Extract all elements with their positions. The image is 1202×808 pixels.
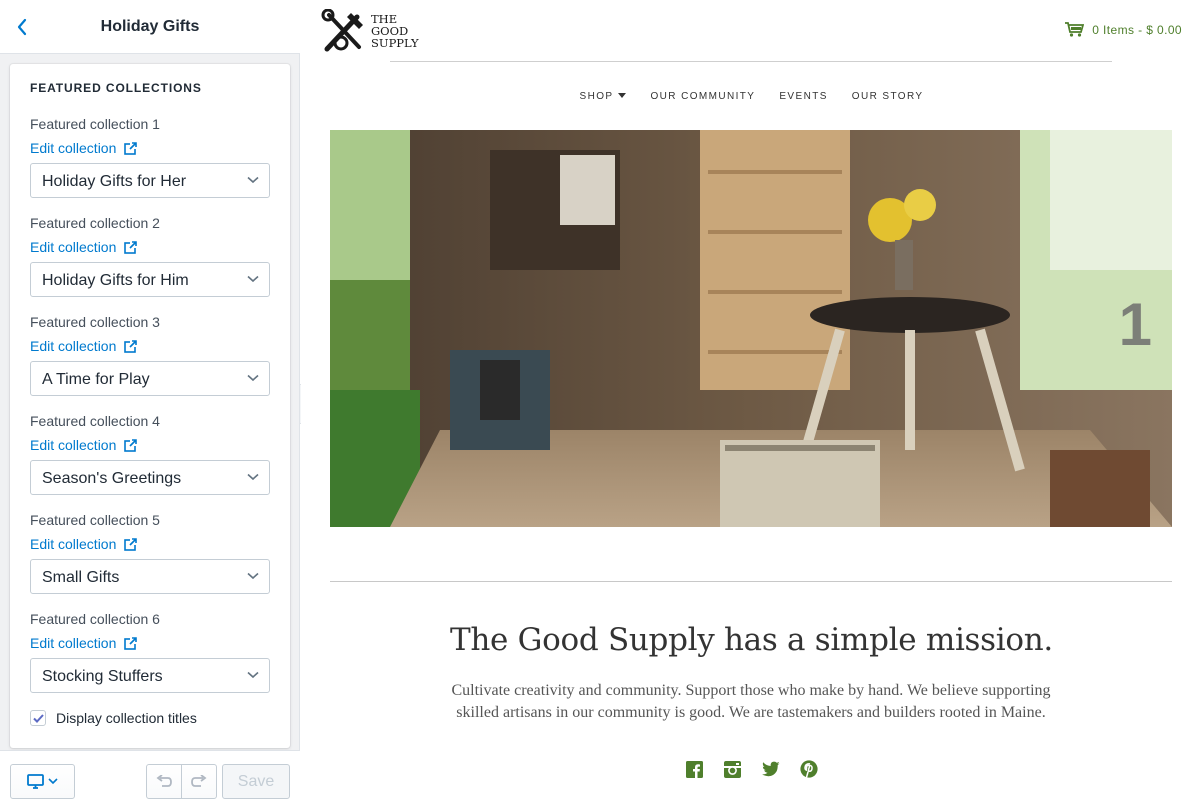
nav-label: OUR COMMUNITY <box>650 91 756 102</box>
collection-select[interactable]: Holiday Gifts for Her <box>30 163 270 198</box>
save-button[interactable]: Save <box>222 764 290 799</box>
instagram-icon[interactable] <box>724 760 742 778</box>
collection-select-value: Stocking Stuffers <box>42 668 163 685</box>
nav-item-our-community[interactable]: OUR COMMUNITY <box>650 91 755 102</box>
chevron-down-icon <box>247 473 259 481</box>
edit-collection-link[interactable]: Edit collection <box>30 140 138 156</box>
collection-select-value: Holiday Gifts for Him <box>42 272 189 289</box>
chevron-down-icon <box>48 778 58 785</box>
external-link-icon <box>124 438 138 452</box>
collection-select[interactable]: A Time for Play <box>30 361 270 396</box>
slide-number: 1 <box>1118 291 1152 358</box>
social-links <box>301 760 1202 778</box>
twitter-icon[interactable] <box>761 760 780 778</box>
tools-logo-icon <box>321 9 363 52</box>
edit-collection-link[interactable]: Edit collection <box>30 338 138 354</box>
featured-collection-2: Featured collection 2 Edit collection Ho… <box>30 215 270 314</box>
main-navigation: SHOP OUR COMMUNITY EVENTS OUR STORY <box>301 91 1202 102</box>
display-titles-checkbox[interactable] <box>30 710 46 726</box>
pinterest-icon[interactable] <box>799 760 818 778</box>
device-preview-button[interactable] <box>10 764 75 799</box>
cart-link[interactable]: 0 Items - $ 0.00 <box>1065 22 1182 37</box>
nav-label: OUR STORY <box>851 91 924 102</box>
shopping-cart-icon <box>1065 22 1085 37</box>
mission-text: Cultivate creativity and community. Supp… <box>451 682 1051 721</box>
edit-collection-link-text: Edit collection <box>30 239 117 255</box>
collection-select[interactable]: Holiday Gifts for Him <box>30 262 270 297</box>
edit-collection-link[interactable]: Edit collection <box>30 635 138 651</box>
section-title: Holiday Gifts <box>100 18 200 35</box>
display-titles-label: Display collection titles <box>56 710 197 726</box>
chevron-down-icon <box>247 275 259 283</box>
display-collection-titles-option[interactable]: Display collection titles <box>30 710 197 726</box>
header-divider <box>390 61 1112 62</box>
sidebar-header: Holiday Gifts <box>0 0 300 54</box>
nav-label: SHOP <box>579 91 614 102</box>
collection-select[interactable]: Small Gifts <box>30 559 270 594</box>
facebook-icon[interactable] <box>686 760 704 778</box>
featured-collection-label: Featured collection 2 <box>30 215 160 231</box>
theme-editor-sidebar: Holiday Gifts FEATURED COLLECTIONS Featu… <box>0 0 300 808</box>
external-link-icon <box>124 339 138 353</box>
external-link-icon <box>124 240 138 254</box>
collection-select[interactable]: Season's Greetings <box>30 460 270 495</box>
edit-collection-link-text: Edit collection <box>30 536 117 552</box>
featured-collection-4: Featured collection 4 Edit collection Se… <box>30 413 270 512</box>
chevron-down-icon <box>247 176 259 184</box>
mission-heading: The Good Supply has a simple mission. <box>450 622 1053 658</box>
edit-collection-link-text: Edit collection <box>30 338 117 354</box>
caret-down-icon <box>618 93 627 98</box>
edit-collection-link-text: Edit collection <box>30 140 117 156</box>
edit-collection-link-text: Edit collection <box>30 437 117 453</box>
collection-select-value: Small Gifts <box>42 569 120 586</box>
logo-wordmark: THE GOOD SUPPLY <box>371 13 419 49</box>
collection-select-value: Season's Greetings <box>42 470 182 487</box>
external-link-icon <box>124 537 138 551</box>
collection-select[interactable]: Stocking Stuffers <box>30 658 270 693</box>
nav-item-our-story[interactable]: OUR STORY <box>852 91 924 102</box>
chevron-down-icon <box>247 572 259 580</box>
nav-item-events[interactable]: EVENTS <box>779 91 827 102</box>
redo-button[interactable] <box>181 764 217 799</box>
settings-card: FEATURED COLLECTIONS Featured collection… <box>10 64 290 748</box>
external-link-icon <box>124 636 138 650</box>
featured-collection-3: Featured collection 3 Edit collection A … <box>30 314 270 413</box>
featured-collection-label: Featured collection 4 <box>30 413 160 429</box>
section-heading: FEATURED COLLECTIONS <box>30 81 202 95</box>
chevron-down-icon <box>247 671 259 679</box>
edit-collection-link[interactable]: Edit collection <box>30 239 138 255</box>
featured-collection-6: Featured collection 6 Edit collection St… <box>30 611 270 710</box>
featured-collection-5: Featured collection 5 Edit collection Sm… <box>30 512 270 611</box>
sidebar-footer: Save <box>0 750 300 808</box>
undo-icon <box>156 774 172 787</box>
nav-item-shop[interactable]: SHOP <box>580 91 627 102</box>
chevron-down-icon <box>247 374 259 382</box>
external-link-icon <box>124 141 138 155</box>
featured-collection-label: Featured collection 1 <box>30 116 160 132</box>
store-logo[interactable]: THE GOOD SUPPLY <box>321 8 431 54</box>
featured-collection-label: Featured collection 5 <box>30 512 160 528</box>
undo-button[interactable] <box>146 764 182 799</box>
checkmark-icon <box>32 713 44 723</box>
storefront-preview: THE GOOD SUPPLY 0 Items - $ 0.00 SHOP OU… <box>301 0 1202 808</box>
hero-slideshow[interactable]: 1 <box>330 130 1172 527</box>
edit-collection-link[interactable]: Edit collection <box>30 437 138 453</box>
nav-label: EVENTS <box>779 91 828 102</box>
collection-select-value: Holiday Gifts for Her <box>42 173 187 190</box>
collection-select-value: A Time for Play <box>42 371 150 388</box>
logo-line: SUPPLY <box>371 36 419 50</box>
featured-collection-label: Featured collection 3 <box>30 314 160 330</box>
cart-summary: 0 Items - $ 0.00 <box>1092 22 1182 37</box>
edit-collection-link-text: Edit collection <box>30 635 117 651</box>
content-divider <box>330 581 1172 582</box>
featured-collection-label: Featured collection 6 <box>30 611 160 627</box>
desktop-icon <box>27 774 44 789</box>
redo-icon <box>191 774 207 787</box>
hero-image <box>330 130 1172 527</box>
featured-collection-1: Featured collection 1 Edit collection Ho… <box>30 116 270 215</box>
edit-collection-link[interactable]: Edit collection <box>30 536 138 552</box>
